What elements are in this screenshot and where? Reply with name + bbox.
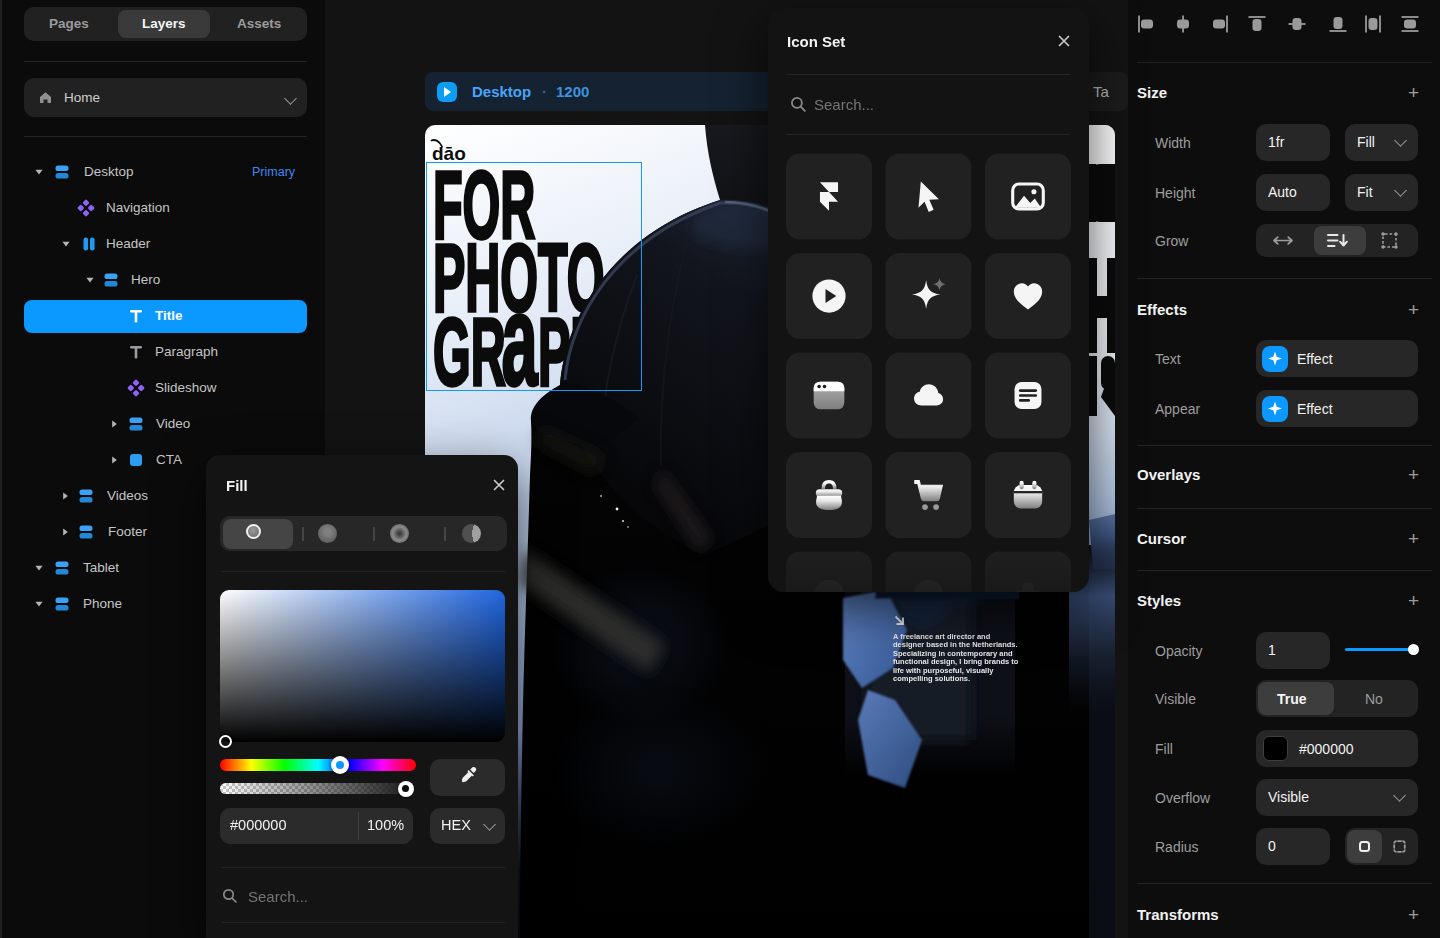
svg-text:dāo: dāo [432, 143, 466, 164]
